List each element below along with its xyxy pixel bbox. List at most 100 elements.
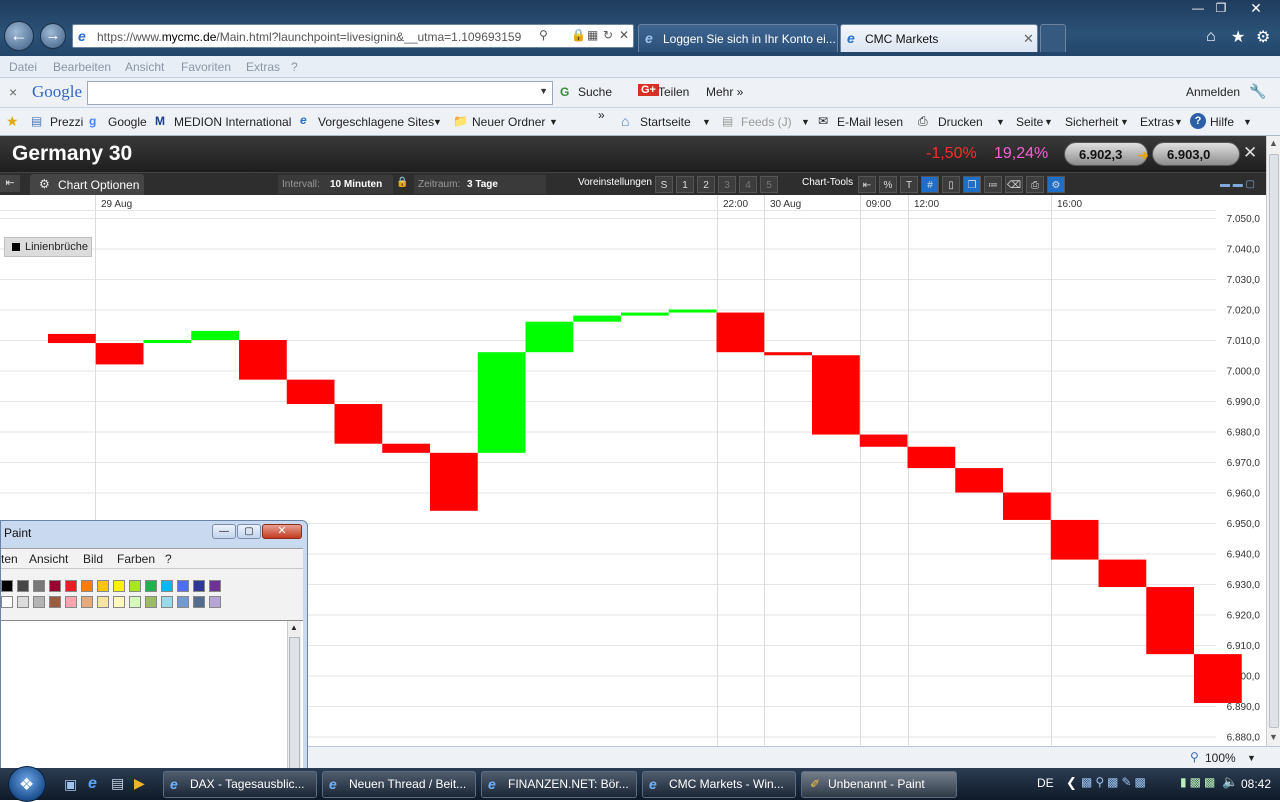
chevron-down-icon[interactable]: ▼: [702, 117, 711, 127]
home-icon[interactable]: ⌂: [1206, 28, 1216, 46]
palette-color-swatch[interactable]: [65, 596, 77, 608]
fav-new-folder[interactable]: Neuer Ordner: [472, 115, 545, 129]
legend-box[interactable]: Linienbrüche: [4, 237, 92, 257]
palette-color-swatch[interactable]: [177, 580, 189, 592]
favorites-star-icon[interactable]: ★: [1231, 27, 1245, 47]
sell-price-button[interactable]: 6.902,3 ➜: [1064, 142, 1149, 166]
chevron-down-icon[interactable]: ▼: [1120, 117, 1129, 127]
palette-color-swatch[interactable]: [81, 580, 93, 592]
scroll-down-icon[interactable]: ▼: [1269, 732, 1278, 742]
close-icon[interactable]: ✕: [1243, 143, 1257, 163]
clock[interactable]: 08:42: [1241, 777, 1271, 791]
reset-icon[interactable]: ⇤: [858, 176, 876, 193]
search-icon[interactable]: ⚲: [539, 28, 548, 42]
palette-color-swatch[interactable]: [1, 580, 13, 592]
cmd-startseite[interactable]: Startseite: [640, 115, 691, 129]
lock-icon[interactable]: 🔒: [571, 28, 586, 42]
paint-close-button[interactable]: ✕: [262, 524, 302, 539]
paint-menu-edit[interactable]: ten: [1, 552, 18, 566]
google-search-input[interactable]: ▼: [87, 81, 553, 105]
task-dax[interactable]: e DAX - Tagesausblic...: [163, 771, 317, 798]
chevron-down-icon[interactable]: ▼: [433, 117, 442, 127]
gear-icon[interactable]: ⚙: [1256, 27, 1270, 47]
range-select[interactable]: Zeitraum: 3 Tage: [414, 175, 546, 194]
chevron-down-icon[interactable]: ▼: [549, 117, 558, 127]
preset-2[interactable]: 2: [697, 176, 715, 193]
indicator-icon[interactable]: ≔: [984, 176, 1002, 193]
palette-color-swatch[interactable]: [97, 580, 109, 592]
back-button[interactable]: ←: [4, 21, 34, 51]
palette-color-swatch[interactable]: [97, 596, 109, 608]
address-bar[interactable]: e https://www.mycmc.de/Main.html?launchp…: [72, 24, 634, 48]
lock-icon[interactable]: 🔒: [396, 177, 408, 188]
text-size-icon[interactable]: T: [900, 176, 918, 193]
menu-datei[interactable]: Datei: [9, 60, 37, 74]
task-cmc[interactable]: e CMC Markets - Win...: [642, 771, 796, 798]
menu-ansicht[interactable]: Ansicht: [125, 60, 164, 74]
tray-icons[interactable]: ▩⚲▩✎▩: [1081, 775, 1149, 789]
close-window-button[interactable]: ✕: [1240, 0, 1272, 18]
wrench-icon[interactable]: 🔧: [1249, 83, 1266, 100]
paint-menu-help[interactable]: ?: [165, 552, 172, 566]
palette-color-swatch[interactable]: [161, 596, 173, 608]
fav-google[interactable]: Google: [108, 115, 147, 129]
preset-4[interactable]: 4: [739, 176, 757, 193]
start-button[interactable]: ❖: [8, 766, 46, 802]
window-controls-icon[interactable]: ▬ ▬ ▢: [1220, 179, 1255, 190]
paint-scrollbar[interactable]: ▲: [287, 621, 301, 771]
cmd-feeds[interactable]: Feeds (J): [741, 115, 792, 129]
cmd-security[interactable]: Sicherheit: [1065, 115, 1118, 129]
google-search-button[interactable]: Suche: [578, 85, 612, 99]
palette-color-swatch[interactable]: [177, 596, 189, 608]
signin-button[interactable]: Anmelden: [1186, 85, 1240, 99]
palette-color-swatch[interactable]: [113, 596, 125, 608]
fav-medion[interactable]: MEDION International: [174, 115, 291, 129]
paint-minimize-button[interactable]: —: [212, 524, 236, 539]
show-desktop-icon[interactable]: ▣: [64, 776, 77, 793]
zoom-level[interactable]: 100%: [1205, 751, 1236, 765]
forward-button[interactable]: →: [40, 23, 66, 49]
palette-color-swatch[interactable]: [17, 596, 29, 608]
tray-expand-icon[interactable]: ❮: [1066, 775, 1077, 791]
settings-icon[interactable]: ⚙: [1047, 176, 1065, 193]
paint-menu-colors[interactable]: Farben: [117, 552, 155, 566]
palette-color-swatch[interactable]: [161, 580, 173, 592]
palette-color-swatch[interactable]: [129, 596, 141, 608]
overlay-icon[interactable]: ❐: [963, 176, 981, 193]
palette-color-swatch[interactable]: [113, 580, 125, 592]
buy-price-button[interactable]: 6.903,0: [1152, 142, 1240, 166]
paint-menu-view[interactable]: Ansicht: [29, 552, 68, 566]
task-paint[interactable]: ✐ Unbenannt - Paint: [801, 771, 957, 798]
menu-favoriten[interactable]: Favoriten: [181, 60, 231, 74]
paint-scroll-thumb[interactable]: [289, 637, 300, 771]
language-indicator[interactable]: DE: [1037, 776, 1054, 790]
palette-color-swatch[interactable]: [129, 580, 141, 592]
print-icon[interactable]: ⎙: [1026, 176, 1044, 193]
palette-color-swatch[interactable]: [193, 596, 205, 608]
percent-icon[interactable]: %: [879, 176, 897, 193]
close-tab-icon[interactable]: ✕: [1023, 31, 1034, 47]
chevron-down-icon[interactable]: ▼: [539, 86, 548, 96]
menu-bearbeiten[interactable]: Bearbeiten: [53, 60, 111, 74]
fav-prezzi[interactable]: Prezzi: [50, 115, 83, 129]
scroll-up-icon[interactable]: ▲: [1269, 138, 1278, 148]
preset-5[interactable]: 5: [760, 176, 778, 193]
cmd-email[interactable]: E-Mail lesen: [837, 115, 903, 129]
palette-color-swatch[interactable]: [1, 596, 13, 608]
palette-color-swatch[interactable]: [17, 580, 29, 592]
refresh-icon[interactable]: ↻: [603, 28, 613, 42]
eraser-icon[interactable]: ⌫: [1005, 176, 1023, 193]
cmd-page[interactable]: Seite: [1016, 115, 1043, 129]
chevron-down-icon[interactable]: ▼: [996, 117, 1005, 127]
more-button[interactable]: Mehr »: [706, 85, 743, 99]
palette-color-swatch[interactable]: [145, 580, 157, 592]
chevron-down-icon[interactable]: ▼: [801, 117, 810, 127]
palette-color-swatch[interactable]: [81, 596, 93, 608]
restore-button[interactable]: ❐: [1207, 0, 1235, 18]
palette-color-swatch[interactable]: [193, 580, 205, 592]
volume-icon[interactable]: 🔈: [1222, 774, 1238, 790]
palette-color-swatch[interactable]: [49, 596, 61, 608]
scroll-up-icon[interactable]: ▲: [290, 623, 298, 632]
fav-suggested-sites[interactable]: Vorgeschlagene Sites: [318, 115, 434, 129]
cmd-print[interactable]: Drucken: [938, 115, 983, 129]
